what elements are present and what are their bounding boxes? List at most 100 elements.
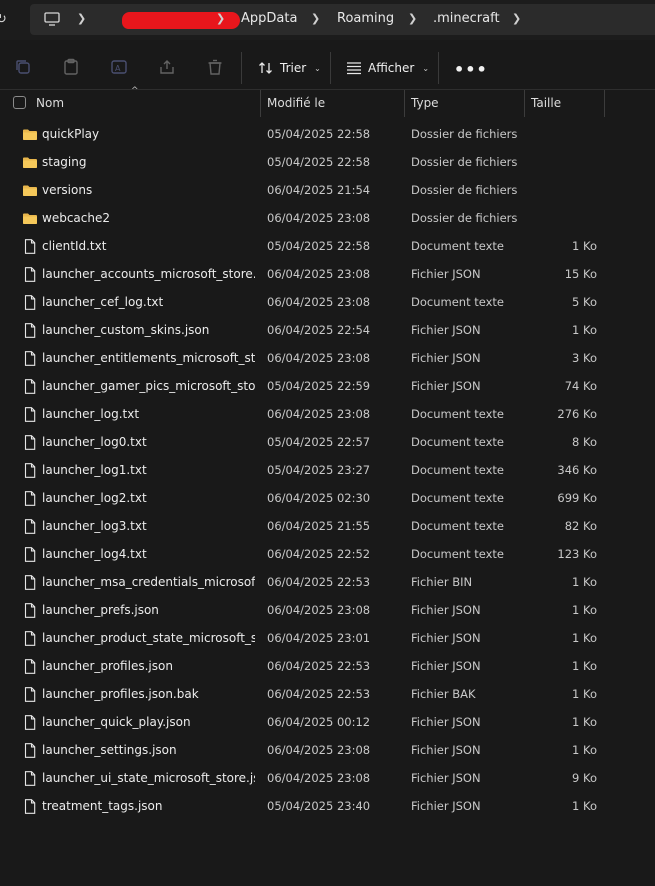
select-all-checkbox[interactable] (13, 96, 26, 109)
file-name: launcher_log4.txt (42, 547, 147, 561)
file-type: Fichier JSON (411, 379, 481, 393)
file-size: 1 Ko (572, 323, 597, 337)
file-type: Dossier de fichiers (411, 155, 518, 169)
file-modified: 05/04/2025 22:59 (267, 379, 371, 393)
file-size: 276 Ko (557, 407, 597, 421)
file-icon (22, 659, 38, 674)
folder-icon (22, 183, 38, 198)
file-size: 1 Ko (572, 743, 597, 757)
rename-icon[interactable]: A (110, 58, 128, 76)
file-modified: 06/04/2025 23:08 (267, 295, 371, 309)
file-icon (22, 379, 38, 394)
file-row[interactable]: launcher_log2.txt 06/04/2025 02:30 Documen… (0, 484, 655, 512)
column-type[interactable]: Type (411, 96, 439, 110)
share-icon[interactable] (158, 58, 176, 76)
file-icon (22, 351, 38, 366)
column-size[interactable]: Taille (531, 96, 561, 110)
file-row[interactable]: treatment_tags.json 05/04/2025 23:40 Fichi… (0, 792, 655, 820)
file-name: clientId.txt (42, 239, 107, 253)
breadcrumb-minecraft[interactable]: .minecraft (433, 11, 500, 26)
file-row[interactable]: launcher_entitlements_microsoft_stor... 0… (0, 344, 655, 372)
chevron-down-icon: ⌄ (314, 63, 321, 73)
more-options-button[interactable]: ••• (454, 60, 488, 79)
file-size: 1 Ko (572, 239, 597, 253)
file-row[interactable]: clientId.txt 05/04/2025 22:58 Document tex… (0, 232, 655, 260)
column-name[interactable]: Nom (36, 96, 64, 110)
file-size: 1 Ko (572, 799, 597, 813)
file-row[interactable]: launcher_quick_play.json 06/04/2025 00:12… (0, 708, 655, 736)
chevron-right-icon[interactable]: ❯ (512, 12, 521, 25)
paste-icon[interactable] (62, 58, 80, 76)
file-row[interactable]: launcher_custom_skins.json 06/04/2025 22:… (0, 316, 655, 344)
file-size: 1 Ko (572, 575, 597, 589)
file-name: launcher_msa_credentials_microsoft_s... (42, 575, 255, 589)
file-row[interactable]: launcher_prefs.json 06/04/2025 23:08 Fichi… (0, 596, 655, 624)
file-row[interactable]: versions 06/04/2025 21:54 Dossier de fichi… (0, 176, 655, 204)
refresh-icon[interactable]: ↻ (0, 12, 10, 27)
file-row[interactable]: webcache2 06/04/2025 23:08 Dossier de fich… (0, 204, 655, 232)
file-type: Document texte (411, 547, 505, 561)
breadcrumb-roaming[interactable]: Roaming (337, 11, 394, 26)
computer-icon[interactable] (44, 12, 60, 26)
file-row[interactable]: launcher_log1.txt 05/04/2025 23:27 Documen… (0, 456, 655, 484)
file-row[interactable]: launcher_gamer_pics_microsoft_store.... 0… (0, 372, 655, 400)
file-name: webcache2 (42, 211, 110, 225)
chevron-right-icon[interactable]: ❯ (311, 12, 320, 25)
file-type: Fichier BIN (411, 575, 473, 589)
file-row[interactable]: launcher_product_state_microsoft_sto... 0… (0, 624, 655, 652)
file-row[interactable]: launcher_profiles.json 06/04/2025 22:53 Fi… (0, 652, 655, 680)
column-separator[interactable] (404, 90, 405, 117)
file-modified: 06/04/2025 23:08 (267, 407, 371, 421)
file-modified: 06/04/2025 22:53 (267, 659, 371, 673)
file-name: launcher_log2.txt (42, 491, 147, 505)
file-row[interactable]: launcher_cef_log.txt 06/04/2025 23:08 Docu… (0, 288, 655, 316)
file-row[interactable]: launcher_profiles.json.bak 06/04/2025 22:… (0, 680, 655, 708)
file-row[interactable]: launcher_accounts_microsoft_store.json 06… (0, 260, 655, 288)
file-name: launcher_accounts_microsoft_store.json (42, 267, 255, 281)
file-list: quickPlay 05/04/2025 22:58 Dossier de fich… (0, 120, 655, 820)
file-icon (22, 463, 38, 478)
address-bar[interactable]: ❯ ❯ AppData ❯ Roaming ❯ .minecraft ❯ (30, 4, 655, 35)
column-separator[interactable] (604, 90, 605, 117)
file-icon (22, 575, 38, 590)
file-row[interactable]: launcher_log0.txt 05/04/2025 22:57 Documen… (0, 428, 655, 456)
file-name: treatment_tags.json (42, 799, 163, 813)
file-modified: 05/04/2025 23:27 (267, 463, 371, 477)
svg-text:A: A (115, 64, 121, 73)
file-icon (22, 603, 38, 618)
file-type: Dossier de fichiers (411, 183, 518, 197)
file-row[interactable]: launcher_msa_credentials_microsoft_s... 0… (0, 568, 655, 596)
file-row[interactable]: staging 05/04/2025 22:58 Dossier de fichie… (0, 148, 655, 176)
file-row[interactable]: launcher_log3.txt 06/04/2025 21:55 Documen… (0, 512, 655, 540)
view-button[interactable]: Afficher ⌄ (346, 58, 429, 78)
file-row[interactable]: launcher_ui_state_microsoft_store.json 06… (0, 764, 655, 792)
sort-button[interactable]: Trier ⌄ (258, 58, 321, 78)
file-row[interactable]: launcher_settings.json 06/04/2025 23:08 Fi… (0, 736, 655, 764)
delete-icon[interactable] (206, 58, 224, 76)
file-modified: 06/04/2025 22:53 (267, 575, 371, 589)
chevron-right-icon[interactable]: ❯ (408, 12, 417, 25)
breadcrumb-appdata[interactable]: AppData (241, 11, 297, 26)
chevron-right-icon[interactable]: ❯ (216, 12, 225, 25)
file-type: Document texte (411, 295, 505, 309)
column-separator[interactable] (524, 90, 525, 117)
file-icon (22, 743, 38, 758)
file-modified: 05/04/2025 22:58 (267, 155, 371, 169)
file-modified: 06/04/2025 22:54 (267, 323, 371, 337)
file-name: launcher_entitlements_microsoft_stor... (42, 351, 255, 365)
file-modified: 06/04/2025 23:08 (267, 771, 371, 785)
file-row[interactable]: quickPlay 05/04/2025 22:58 Dossier de fich… (0, 120, 655, 148)
file-type: Fichier JSON (411, 351, 481, 365)
file-name: versions (42, 183, 93, 197)
file-icon (22, 771, 38, 786)
file-modified: 06/04/2025 23:08 (267, 743, 371, 757)
column-modified[interactable]: Modifié le (267, 96, 325, 110)
file-modified: 06/04/2025 02:30 (267, 491, 371, 505)
file-row[interactable]: launcher_log4.txt 06/04/2025 22:52 Documen… (0, 540, 655, 568)
column-separator[interactable] (260, 90, 261, 117)
file-row[interactable]: launcher_log.txt 06/04/2025 23:08 Document… (0, 400, 655, 428)
chevron-right-icon[interactable]: ❯ (77, 12, 86, 25)
file-type: Fichier JSON (411, 715, 481, 729)
file-icon (22, 407, 38, 422)
copy-icon[interactable] (14, 58, 32, 76)
